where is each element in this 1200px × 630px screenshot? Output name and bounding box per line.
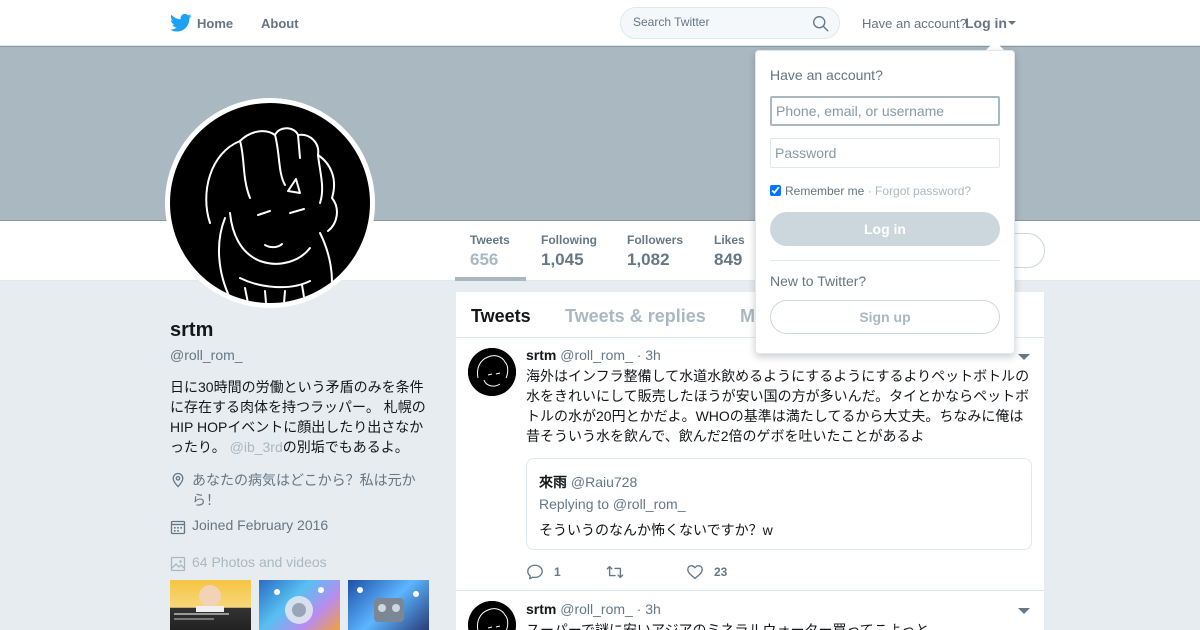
top-nav: Home About Have an account? Log in [0, 0, 1200, 46]
heart-icon [687, 565, 703, 579]
username-field[interactable] [770, 96, 1000, 126]
tweet-avatar[interactable] [468, 348, 516, 396]
like-action[interactable]: 23 [686, 563, 727, 581]
divider [770, 260, 1000, 261]
quote-header: 來雨 @Raiu728 [539, 472, 637, 492]
tweet-author-handle[interactable]: @roll_rom_ [560, 601, 633, 617]
tweet-author-handle[interactable]: @roll_rom_ [560, 347, 633, 363]
joined-text: Joined February 2016 [192, 517, 329, 533]
stat-likes[interactable]: Likes 849 [714, 233, 745, 270]
forgot-password-link[interactable]: · Forgot password? [868, 184, 971, 198]
stat-value: 1,082 [627, 250, 670, 269]
retweet-icon [606, 565, 624, 579]
quote-replying-to: Replying to @roll_rom_ [539, 496, 686, 512]
thumbnail-image [357, 587, 419, 622]
search-input[interactable] [633, 15, 803, 29]
login-button[interactable]: Log in [770, 212, 1000, 246]
profile-location: あなたの病気はどこから？私は元から！ [170, 470, 432, 510]
stat-value: 1,045 [541, 250, 584, 269]
retweet-action[interactable] [606, 563, 634, 581]
location-pin-icon [172, 472, 184, 488]
have-account-text: Have an account? [862, 16, 967, 31]
tab-tweets-replies[interactable]: Tweets & replies [565, 306, 706, 327]
remember-me-checkbox[interactable] [770, 185, 781, 196]
reply-count: 1 [554, 565, 561, 579]
tab-media[interactable]: M [740, 306, 755, 327]
photo-icon [170, 556, 186, 572]
stat-label: Tweets [470, 233, 510, 247]
stat-value: 656 [470, 250, 499, 269]
stat-label: Followers [627, 233, 684, 247]
profile-avatar[interactable] [165, 98, 375, 308]
photos-videos-link[interactable]: 64 Photos and videos [170, 554, 327, 572]
signup-button[interactable]: Sign up [770, 300, 1000, 334]
search-box [620, 7, 840, 39]
quote-text: そういうのなんか怖くないですか？w [539, 522, 773, 538]
tweet-item[interactable]: srtm @roll_rom_ · 3h スーパーで謎に安いアジアのミネラルウォ… [456, 591, 1044, 630]
nav-about-link[interactable]: About [261, 16, 299, 31]
stat-value: 849 [714, 250, 743, 269]
avatar-illustration [468, 601, 516, 630]
tab-tweets[interactable]: Tweets [471, 306, 531, 327]
nav-home-link[interactable]: Home [197, 16, 233, 31]
profile-bio: 日に30時間の労働という矛盾のみを条件に存在する肉体を持つラッパー。 札幌のHI… [170, 377, 432, 457]
dropdown-arrow [986, 41, 1004, 50]
tweet-time[interactable]: · 3h [637, 601, 661, 617]
calendar-icon [170, 520, 186, 535]
login-menu-link[interactable]: Log in [965, 15, 1007, 31]
dropdown-title: Have an account? [770, 67, 883, 83]
stat-label: Likes [714, 233, 745, 247]
quote-author-name: 來雨 [539, 474, 567, 490]
media-thumbnail[interactable] [259, 580, 340, 630]
profile-joined: Joined February 2016 [170, 517, 329, 535]
photos-text: 64 Photos and videos [192, 554, 327, 570]
bio-mention-link[interactable]: @ib_3rd [230, 439, 283, 455]
chevron-down-icon[interactable] [1018, 608, 1030, 614]
search-icon[interactable] [812, 15, 829, 32]
login-dropdown: Have an account? Remember me · Forgot pa… [755, 50, 1015, 354]
stat-followers[interactable]: Followers 1,082 [627, 233, 683, 270]
password-field[interactable] [770, 138, 1000, 168]
quoted-tweet[interactable]: 來雨 @Raiu728 Replying to @roll_rom_ そういうの… [526, 458, 1032, 550]
stat-tweets[interactable]: Tweets 656 [470, 233, 510, 270]
tweet-avatar[interactable] [468, 601, 516, 630]
location-text: あなたの病気はどこから？私は元から！ [192, 472, 416, 508]
stat-following[interactable]: Following 1,045 [541, 233, 597, 270]
tweet-item[interactable]: srtm @roll_rom_ · 3h 海外はインフラ整備して水道水飲めるよう… [456, 338, 1044, 591]
tweet-time[interactable]: · 3h [637, 347, 661, 363]
profile-handle[interactable]: @roll_rom_ [170, 347, 243, 363]
tweet-actions: 1 23 [526, 563, 826, 583]
stat-label: Following [541, 233, 597, 247]
tweet-header: srtm @roll_rom_ · 3h [526, 347, 661, 363]
thumbnail-image [274, 587, 324, 624]
media-thumbnail[interactable] [348, 580, 429, 630]
tweet-author-name[interactable]: srtm [526, 347, 556, 363]
remember-me-row: Remember me · Forgot password? [770, 184, 971, 198]
tweet-text: スーパーで謎に安いアジアのミネラルウォーター買ってこよっと [526, 622, 930, 630]
bio-text-tail: の別垢でもあるよ。 [282, 439, 409, 455]
media-thumbnail[interactable] [170, 580, 251, 630]
avatar-illustration [170, 103, 370, 303]
thumbnail-image [174, 585, 229, 620]
active-stat-underline [455, 277, 526, 281]
new-to-twitter-text: New to Twitter? [770, 273, 867, 289]
tweet-header: srtm @roll_rom_ · 3h [526, 601, 661, 617]
tweet-text: 海外はインフラ整備して水道水飲めるようにするようにするよりペットボトルの水をきれ… [526, 368, 1030, 444]
remember-me-label[interactable]: Remember me [785, 184, 864, 198]
twitter-bird-icon[interactable] [170, 13, 192, 33]
avatar-illustration [468, 348, 516, 396]
like-count: 23 [714, 565, 728, 579]
reply-icon [527, 564, 543, 580]
chevron-down-icon[interactable] [1008, 21, 1016, 25]
quote-author-handle: @Raiu728 [570, 474, 638, 490]
profile-name[interactable]: srtm [170, 319, 213, 342]
reply-action[interactable]: 1 [526, 563, 561, 581]
chevron-down-icon[interactable] [1018, 354, 1030, 360]
tweet-author-name[interactable]: srtm [526, 601, 556, 617]
